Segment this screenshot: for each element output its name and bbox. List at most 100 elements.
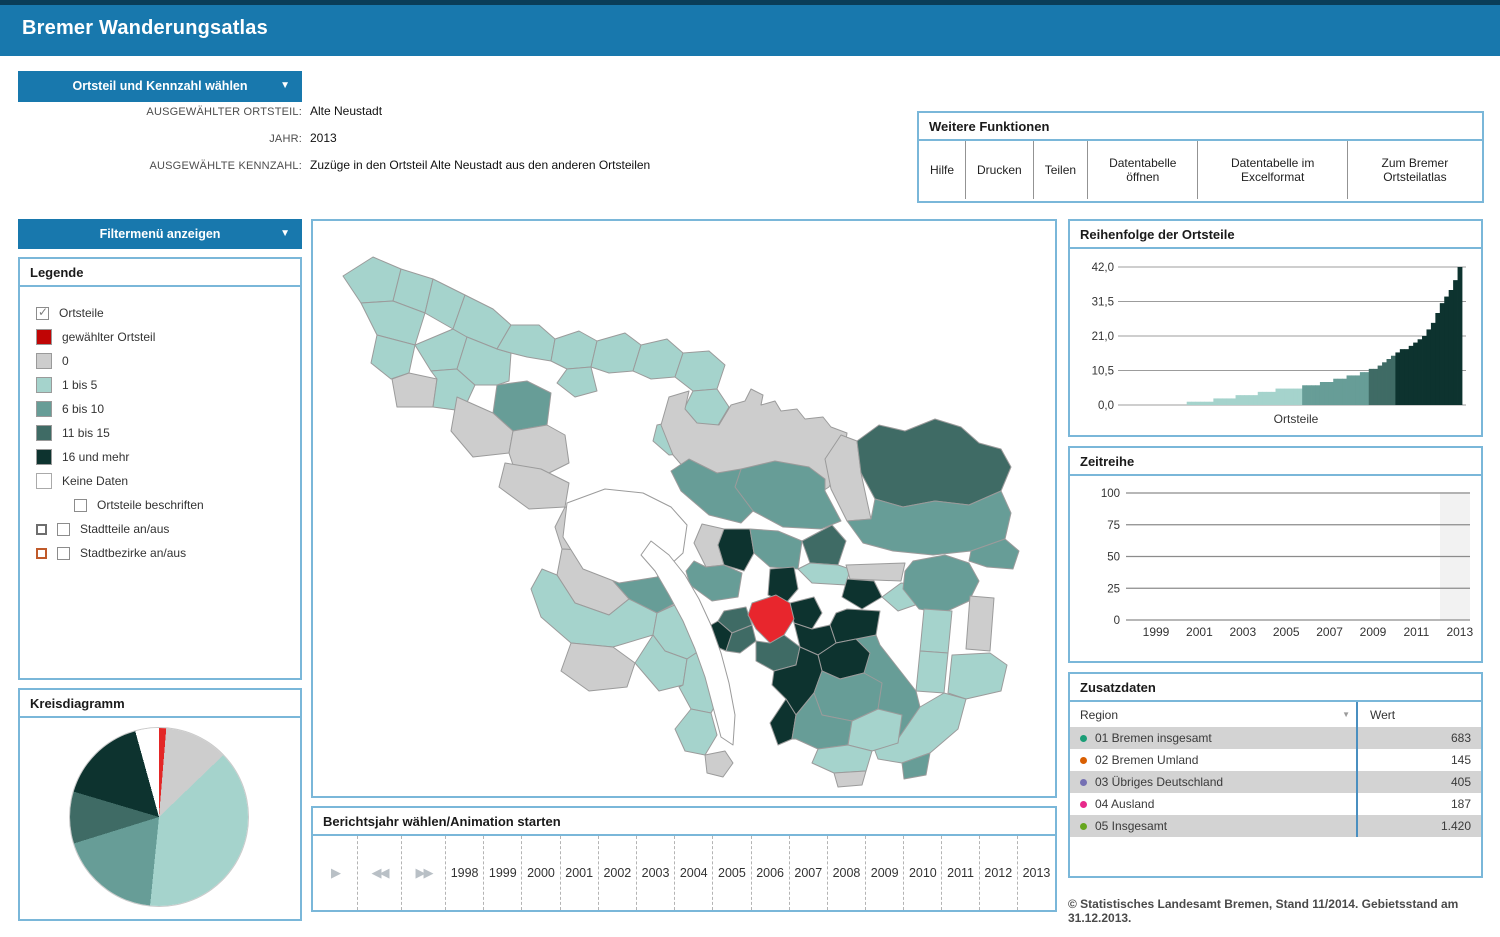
play-button[interactable]: ▶ (313, 836, 357, 910)
year-2013[interactable]: 2013 (1016, 836, 1055, 910)
extra-data-table-header: Region ▼ Wert (1070, 702, 1481, 727)
function-button-drucken[interactable]: Drucken (966, 141, 1034, 199)
map-region[interactable] (797, 562, 851, 586)
legend-item: Stadtbezirke an/aus (36, 541, 300, 565)
map-region[interactable] (915, 650, 949, 694)
year-2003[interactable]: 2003 (635, 836, 674, 910)
map-region[interactable] (947, 652, 1008, 700)
legend-item-label: 11 bis 15 (62, 426, 110, 440)
extra-data-panel-title: Zusatzdaten (1070, 674, 1481, 702)
legend-item: 6 bis 10 (36, 397, 300, 421)
legend-item: 16 und mehr (36, 445, 300, 469)
layer-checkbox[interactable] (57, 522, 70, 536)
filter-menu-button[interactable]: Filtermenü anzeigen ▼ (18, 219, 302, 249)
row-color-dot (1080, 734, 1087, 742)
year-2010[interactable]: 2010 (903, 836, 941, 910)
function-button-datentabelle-im-excelformat[interactable]: Datentabelle im Excelformat (1198, 141, 1348, 199)
map-region[interactable] (342, 256, 402, 304)
year-2011[interactable]: 2011 (941, 836, 978, 910)
legend-item: Keine Daten (36, 469, 300, 493)
map-region[interactable] (965, 595, 995, 652)
table-row[interactable]: 05 Insgesamt 1.420 (1070, 815, 1481, 837)
map-region[interactable] (856, 418, 1012, 508)
function-button-datentabelle-ffnen[interactable]: Datentabelle öffnen (1088, 141, 1199, 199)
map-region[interactable] (556, 366, 598, 398)
year-2002[interactable]: 2002 (597, 836, 636, 910)
function-button-teilen[interactable]: Teilen (1034, 141, 1089, 199)
map-region[interactable] (841, 578, 883, 610)
table-row[interactable]: 03 Übriges Deutschland 405 (1070, 771, 1481, 793)
table-row[interactable]: 02 Bremen Umland 145 (1070, 749, 1481, 771)
region-column-header[interactable]: Region ▼ (1070, 708, 1356, 722)
year-2007[interactable]: 2007 (788, 836, 827, 910)
page-title: Bremer Wanderungsatlas (22, 17, 268, 39)
year-row: ▶ ◀◀ ▶▶ 1998 1999 2000 2001 2002 2003 2004 2005 200… (313, 836, 1055, 910)
map-region[interactable] (919, 608, 953, 654)
year-2001[interactable]: 2001 (559, 836, 598, 910)
pie-chart (70, 728, 248, 906)
map-region[interactable] (391, 372, 438, 408)
map-region[interactable] (590, 332, 642, 374)
ranking-bar-chart: 0,0 10,5 21,0 31,5 42,0 Ortsteile (1070, 249, 1481, 442)
row-color-dot (1080, 822, 1087, 830)
legend-item-label: 0 (62, 354, 69, 368)
layer-checkbox[interactable] (57, 546, 70, 560)
ranking-panel-title: Reihenfolge der Ortsteile (1070, 221, 1481, 249)
map-region[interactable] (498, 462, 570, 510)
year-1999[interactable]: 1999 (483, 836, 521, 910)
map-region[interactable] (811, 744, 873, 774)
map-region[interactable] (632, 338, 684, 380)
year-2012[interactable]: 2012 (978, 836, 1017, 910)
info-row-0: AUSGEWÄHLTER ORTSTEIL: Alte Neustadt (0, 104, 900, 118)
info-label: JAHR: (269, 133, 302, 145)
svg-text:25: 25 (1107, 583, 1120, 595)
year-2009[interactable]: 2009 (865, 836, 903, 910)
map-region[interactable] (704, 750, 734, 778)
svg-text:2011: 2011 (1403, 625, 1429, 639)
region-cell-label: 01 Bremen insgesamt (1095, 731, 1212, 745)
legend-item: 11 bis 15 (36, 421, 300, 445)
year-2005[interactable]: 2005 (712, 836, 750, 910)
map-region[interactable] (749, 528, 803, 570)
legend-swatch (36, 401, 52, 417)
table-row[interactable]: 01 Bremen insgesamt 683 (1070, 727, 1481, 749)
svg-text:50: 50 (1107, 552, 1120, 564)
svg-text:31,5: 31,5 (1092, 297, 1114, 309)
year-2000[interactable]: 2000 (521, 836, 559, 910)
year-2008[interactable]: 2008 (826, 836, 865, 910)
step-back-button[interactable]: ◀◀ (357, 836, 401, 910)
map-region[interactable] (550, 330, 598, 370)
year-1998[interactable]: 1998 (445, 836, 483, 910)
svg-text:0,0: 0,0 (1098, 400, 1114, 412)
wert-cell: 683 (1356, 727, 1481, 749)
ortsteile-checkbox[interactable] (36, 305, 49, 320)
map-region[interactable] (674, 708, 718, 756)
svg-text:100: 100 (1101, 488, 1120, 500)
svg-text:2007: 2007 (1316, 625, 1343, 639)
svg-text:21,0: 21,0 (1092, 331, 1114, 343)
year-selector-panel: Berichtsjahr wählen/Animation starten ▶ ◀… (311, 806, 1057, 912)
pie-panel-title: Kreisdiagramm (20, 690, 300, 718)
label-checkbox[interactable] (74, 498, 87, 512)
function-button-zum-bremer-ortsteilatlas[interactable]: Zum Bremer Ortsteilatlas (1348, 141, 1482, 199)
map-region[interactable] (801, 524, 847, 566)
map-region[interactable] (674, 350, 726, 392)
svg-text:75: 75 (1107, 520, 1120, 532)
map-region[interactable] (833, 770, 867, 788)
map-region[interactable] (845, 562, 906, 582)
region-cell: 03 Übriges Deutschland (1070, 775, 1356, 789)
step-forward-button[interactable]: ▶▶ (401, 836, 445, 910)
region-column-label: Region (1080, 707, 1119, 722)
map-region[interactable] (560, 642, 636, 692)
legend-swatch (36, 329, 52, 345)
year-2006[interactable]: 2006 (750, 836, 789, 910)
table-row[interactable]: 04 Ausland 187 (1070, 793, 1481, 815)
svg-text:2013: 2013 (1446, 625, 1473, 639)
info-label: AUSGEWÄHLTER ORTSTEIL: (146, 106, 302, 118)
function-button-hilfe[interactable]: Hilfe (919, 141, 967, 199)
ortsteil-kennzahl-select-button[interactable]: Ortsteil und Kennzahl wählen ▼ (18, 71, 302, 102)
region-cell-label: 02 Bremen Umland (1095, 753, 1199, 767)
functions-panel-title: Weitere Funktionen (919, 113, 1482, 141)
choropleth-map (342, 256, 1020, 788)
year-2004[interactable]: 2004 (674, 836, 712, 910)
